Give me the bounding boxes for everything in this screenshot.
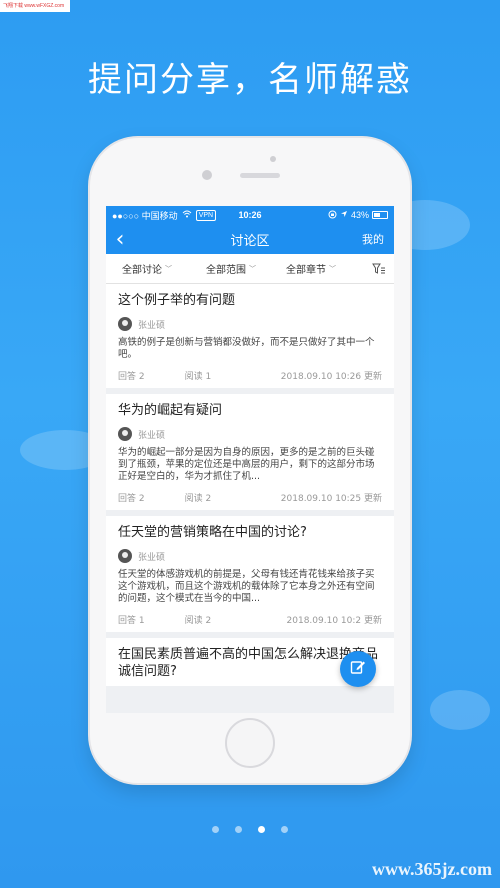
filter-label: 全部章节	[286, 265, 326, 276]
edit-icon	[350, 659, 366, 679]
mine-button[interactable]: 我的	[362, 231, 384, 247]
author-name: 张业硕	[138, 320, 166, 331]
filter-label: 全部范围	[206, 265, 246, 276]
battery-icon	[372, 211, 388, 219]
phone-frame: ●●○○○ 中国移动 VPN 10:26 43% ‹ 讨论区 我的 全部讨论 ﹀…	[90, 138, 410, 783]
list-item[interactable]: 这个例子举的有问题 张业硕 高铁的例子是创新与营销都没做好，而不是只做好了其中一…	[106, 284, 394, 388]
answer-count: 回答 2	[118, 494, 145, 504]
chevron-down-icon: ﹀	[165, 264, 172, 273]
avatar	[118, 317, 132, 331]
site-watermark: www.365jz.com	[372, 859, 492, 879]
page-indicator	[0, 826, 500, 833]
chevron-down-icon: ﹀	[329, 264, 336, 273]
read-count: 阅读 2	[184, 494, 212, 504]
updated-time: 2018.09.10 10:26 更新	[280, 372, 382, 382]
avatar	[118, 427, 132, 441]
discussion-list: 这个例子举的有问题 张业硕 高铁的例子是创新与营销都没做好，而不是只做好了其中一…	[106, 284, 394, 686]
filter-label: 全部讨论	[122, 265, 162, 276]
filter-bar: 全部讨论 ﹀ 全部范围 ﹀ 全部章节 ﹀	[106, 254, 394, 284]
corner-source-tag: 飞翔下载 www.wFXGZ.com	[0, 0, 70, 12]
page-dot-active[interactable]	[258, 826, 265, 833]
page-dot[interactable]	[212, 826, 219, 833]
filter-all-chapters[interactable]: 全部章节 ﹀	[286, 261, 336, 277]
back-chevron-icon: ‹	[115, 226, 125, 252]
updated-time: 2018.09.10 10:25 更新	[280, 494, 382, 504]
compose-button[interactable]	[340, 651, 376, 687]
read-count: 阅读 2	[184, 616, 212, 626]
answer-count: 回答 1	[118, 616, 145, 626]
answer-count: 回答 2	[118, 372, 145, 382]
nav-bar: ‹ 讨论区 我的	[106, 224, 394, 254]
cloud-decoration	[430, 690, 490, 730]
phone-camera	[202, 170, 212, 180]
status-time: 10:26	[238, 210, 262, 220]
question-excerpt: 华为的崛起一部分是因为自身的原因，更多的是之前的巨头碰到了瓶颈，苹果的定位还是中…	[118, 447, 375, 482]
author-name: 张业硕	[138, 430, 166, 441]
updated-time: 2018.09.10 10:2 更新	[286, 616, 382, 626]
phone-sensor	[270, 156, 276, 162]
filter-all-scope[interactable]: 全部范围 ﹀	[206, 261, 256, 277]
question-title: 任天堂的营销策略在中国的讨论?	[118, 525, 307, 540]
filter-funnel-icon[interactable]	[372, 263, 386, 275]
promo-headline: 提问分享，名师解惑	[88, 60, 412, 100]
back-button[interactable]: ‹	[106, 224, 134, 254]
avatar	[118, 549, 132, 563]
page-dot[interactable]	[281, 826, 288, 833]
filter-all-discussions[interactable]: 全部讨论 ﹀	[122, 261, 172, 277]
app-screen: ●●○○○ 中国移动 VPN 10:26 43% ‹ 讨论区 我的 全部讨论 ﹀…	[106, 206, 394, 713]
question-title: 这个例子举的有问题	[118, 293, 236, 308]
list-item[interactable]: 任天堂的营销策略在中国的讨论? 张业硕 任天堂的体感游戏机的前提是，父母有钱还肯…	[106, 516, 394, 632]
chevron-down-icon: ﹀	[249, 264, 256, 273]
question-excerpt: 任天堂的体感游戏机的前提是，父母有钱还肯花钱来给孩子买这个游戏机，而且这个游戏机…	[118, 569, 375, 604]
list-item[interactable]: 华为的崛起有疑问 张业硕 华为的崛起一部分是因为自身的原因，更多的是之前的巨头碰…	[106, 394, 394, 510]
author-name: 张业硕	[138, 552, 166, 563]
read-count: 阅读 1	[184, 372, 212, 382]
status-bar: ●●○○○ 中国移动 VPN 10:26 43%	[106, 206, 394, 224]
page-title: 讨论区	[230, 233, 270, 249]
phone-speaker	[240, 173, 280, 178]
home-button[interactable]	[225, 718, 275, 768]
question-title: 华为的崛起有疑问	[118, 403, 223, 418]
page-dot[interactable]	[235, 826, 242, 833]
question-excerpt: 高铁的例子是创新与营销都没做好，而不是只做好了其中一个吧。	[118, 337, 375, 360]
